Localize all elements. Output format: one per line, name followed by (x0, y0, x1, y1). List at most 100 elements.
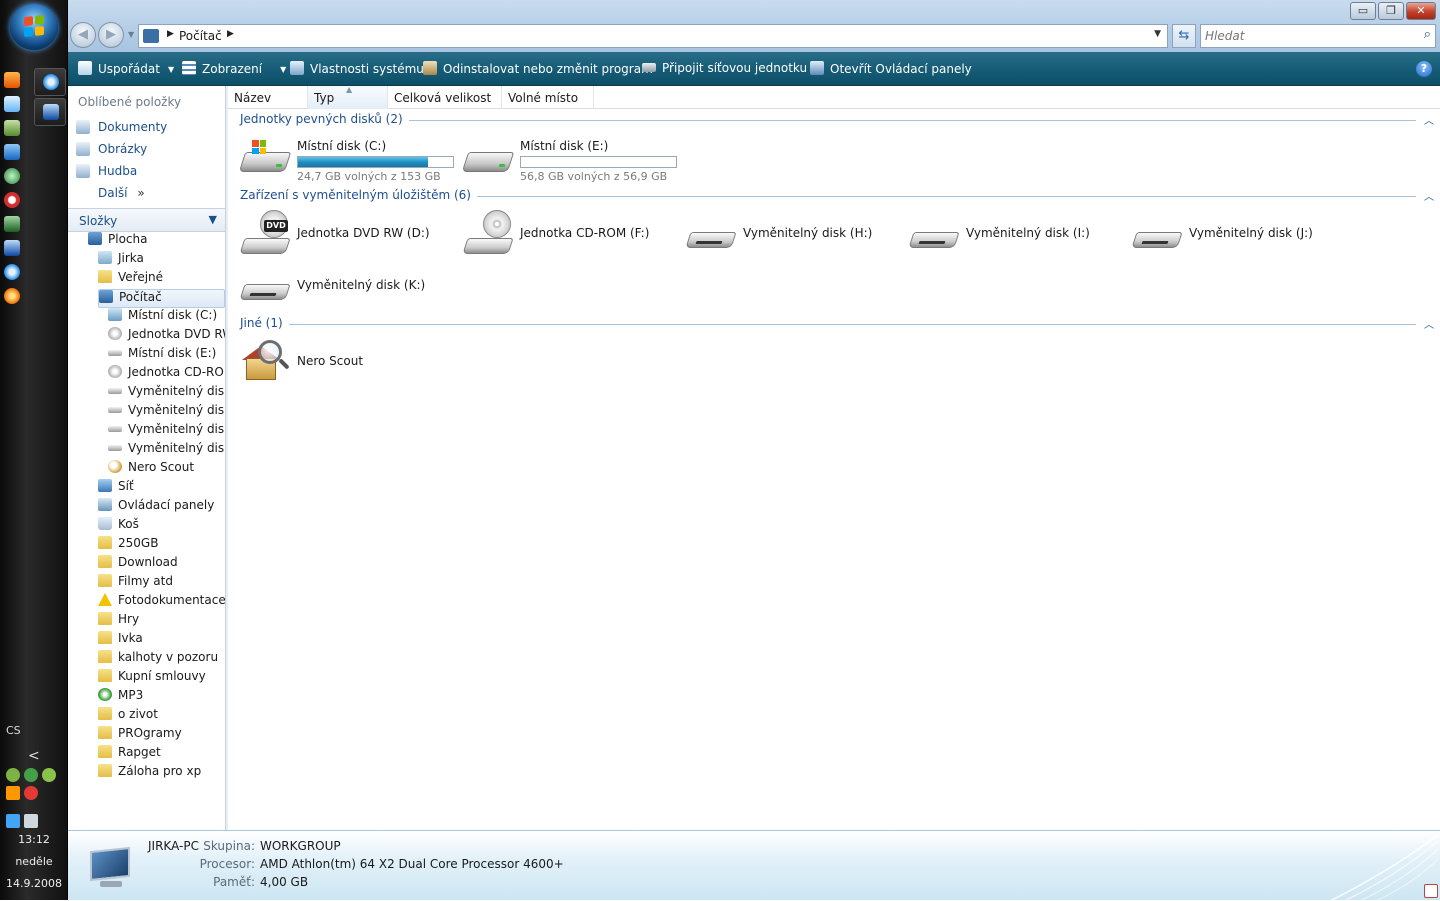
favorite-music[interactable]: Hudba (76, 164, 137, 184)
tray-network-icon[interactable] (6, 768, 20, 782)
search-box[interactable]: ⌕ (1200, 24, 1436, 48)
group-header-other[interactable]: Jiné (1) ︿ (240, 316, 1434, 334)
tree-item[interactable]: Fotodokumentace (98, 593, 225, 612)
maximize-button[interactable]: ❐ (1378, 2, 1404, 20)
opera-icon[interactable] (4, 192, 20, 208)
favorite-pictures[interactable]: Obrázky (76, 142, 147, 162)
tray-windows-icon[interactable] (6, 786, 20, 800)
tree-item[interactable]: Rapget (98, 745, 225, 764)
start-button[interactable] (10, 4, 58, 50)
switch-windows-icon[interactable] (4, 144, 20, 160)
sort-ascending-icon: ▲ (346, 85, 353, 94)
clock-time[interactable]: 13:12 (0, 833, 68, 846)
forward-button[interactable]: ▶ (98, 22, 124, 48)
breadcrumb-arrow-icon[interactable]: ▶ (167, 29, 174, 39)
tree-item[interactable]: Filmy atd (98, 574, 225, 593)
breadcrumb-arrow-icon[interactable]: ▶ (227, 29, 234, 39)
show-desktop-icon[interactable] (4, 96, 20, 112)
tree-item[interactable]: Veřejné (98, 270, 225, 289)
tree-item[interactable]: Vyměnitelný disk (108, 422, 225, 441)
tree-item[interactable]: Koš (98, 517, 225, 536)
tree-item[interactable]: Počítač (98, 289, 225, 308)
tree-item[interactable]: PROgramy (98, 726, 225, 745)
column-free-space[interactable]: Volné místo (502, 86, 594, 109)
tree-item[interactable]: Vyměnitelný disk (108, 384, 225, 403)
tree-item[interactable]: Vyměnitelný disk (108, 403, 225, 422)
refresh-button[interactable]: ⇆ (1172, 24, 1196, 48)
views-button[interactable]: Zobrazení ▼ (182, 61, 286, 76)
system-properties-button[interactable]: Vlastnosti systému (290, 61, 424, 76)
language-indicator[interactable]: CS (6, 724, 21, 737)
chevron-up-icon[interactable]: ︿ (1424, 112, 1434, 127)
map-network-drive-button[interactable]: Připojit síťovou jednotku (642, 61, 807, 75)
tree-item[interactable]: Jednotka DVD RW (108, 327, 225, 346)
chevron-up-icon[interactable]: ︿ (1424, 316, 1434, 331)
tree-item[interactable]: Hry (98, 612, 225, 631)
drive-tile-j[interactable]: Vyměnitelný disk (J:) (1128, 208, 1348, 258)
column-type[interactable]: ▲ Typ (308, 85, 388, 109)
tray-monitor-icon[interactable] (6, 814, 20, 828)
column-name[interactable]: Název (228, 86, 308, 109)
uninstall-program-button[interactable]: Odinstalovat nebo změnit program (423, 61, 653, 76)
more-favorites-link[interactable]: Další » (98, 186, 145, 200)
chevron-up-icon[interactable]: ︿ (1424, 188, 1434, 203)
close-button[interactable]: ✕ (1406, 2, 1436, 20)
address-dropdown-icon[interactable]: ▼ (1154, 29, 1161, 39)
taskbar-task-ie[interactable] (34, 68, 66, 96)
firefox-icon[interactable] (4, 288, 20, 304)
favorite-documents[interactable]: Dokumenty (76, 120, 167, 140)
taskbar-task-explorer[interactable] (34, 98, 66, 126)
tray-ladybug-icon[interactable] (24, 786, 38, 800)
user-accounts-icon[interactable] (4, 120, 20, 136)
drive-tile-e[interactable]: Místní disk (E:) 56,8 GB volných z 56,9 … (459, 132, 679, 183)
group-header-hard-drives[interactable]: Jednotky pevných disků (2) ︿ (240, 112, 1434, 130)
internet-explorer-icon[interactable] (4, 264, 20, 280)
drive-tile-i[interactable]: Vyměnitelný disk (I:) (905, 208, 1125, 258)
tree-item[interactable]: o zivot (98, 707, 225, 726)
computer-icon[interactable] (4, 240, 20, 256)
tray-volume-icon[interactable] (24, 814, 38, 828)
tree-item[interactable]: MP3 (98, 688, 225, 707)
minimize-button[interactable]: ▭ (1350, 2, 1376, 20)
folders-header[interactable]: Složky ▼ (68, 208, 225, 232)
breadcrumb-computer[interactable]: Počítač (179, 29, 222, 43)
organize-button[interactable]: Uspořádat ▼ (78, 61, 174, 76)
drive-tile-d[interactable]: DVD Jednotka DVD RW (D:) (236, 208, 456, 258)
address-bar[interactable]: ▶ Počítač ▶ ▼ (138, 24, 1168, 48)
open-control-panel-button[interactable]: Otevřít Ovládací panely (810, 61, 972, 76)
recent-pages-dropdown-icon[interactable]: ▼ (128, 30, 134, 39)
back-button[interactable]: ◀ (70, 22, 96, 48)
clover-icon[interactable] (4, 168, 20, 184)
tree-item[interactable]: Záloha pro xp (98, 764, 225, 783)
tree-item[interactable]: Místní disk (E:) (108, 346, 225, 365)
tree-item[interactable]: Vyměnitelný disk (108, 441, 225, 460)
tree-item[interactable]: Nero Scout (108, 460, 225, 479)
network-icon[interactable] (4, 216, 20, 232)
tray-expand-icon[interactable]: < (28, 748, 40, 764)
drive-tile-c[interactable]: Místní disk (C:) 24,7 GB volných z 153 G… (236, 132, 456, 183)
tree-item[interactable]: kalhoty v pozoru (98, 650, 225, 669)
drive-tile-h[interactable]: Vyměnitelný disk (H:) (682, 208, 902, 258)
tree-item[interactable]: Jednotka CD-ROM (108, 365, 225, 384)
tree-item[interactable]: Download (98, 555, 225, 574)
help-icon[interactable]: ? (1416, 61, 1432, 77)
tree-item[interactable]: Síť (98, 479, 225, 498)
tree-item[interactable]: Kupní smlouvy (98, 669, 225, 688)
search-input[interactable] (1205, 27, 1405, 45)
drive-tile-f[interactable]: Jednotka CD-ROM (F:) (459, 208, 679, 258)
tree-item[interactable]: Jirka (98, 251, 225, 270)
tree-item[interactable]: Ivka (98, 631, 225, 650)
drive-tile-k[interactable]: Vyměnitelný disk (K:) (236, 260, 456, 310)
search-icon[interactable]: ⌕ (1424, 27, 1431, 42)
media-player-icon[interactable] (4, 72, 20, 88)
tree-item[interactable]: Plocha (88, 232, 225, 251)
column-total-size[interactable]: Celková velikost (388, 86, 502, 109)
grip-icon[interactable] (1424, 884, 1438, 898)
tree-item[interactable]: 250GB (98, 536, 225, 555)
tray-clover-icon[interactable] (24, 768, 38, 782)
tree-item[interactable]: Ovládací panely (98, 498, 225, 517)
nero-scout-tile[interactable]: Nero Scout (236, 336, 456, 386)
tree-item[interactable]: Místní disk (C:) (108, 308, 225, 327)
group-header-removable[interactable]: Zařízení s vyměnitelným úložištěm (6) ︿ (240, 188, 1434, 206)
tray-shield-icon[interactable] (42, 768, 56, 782)
